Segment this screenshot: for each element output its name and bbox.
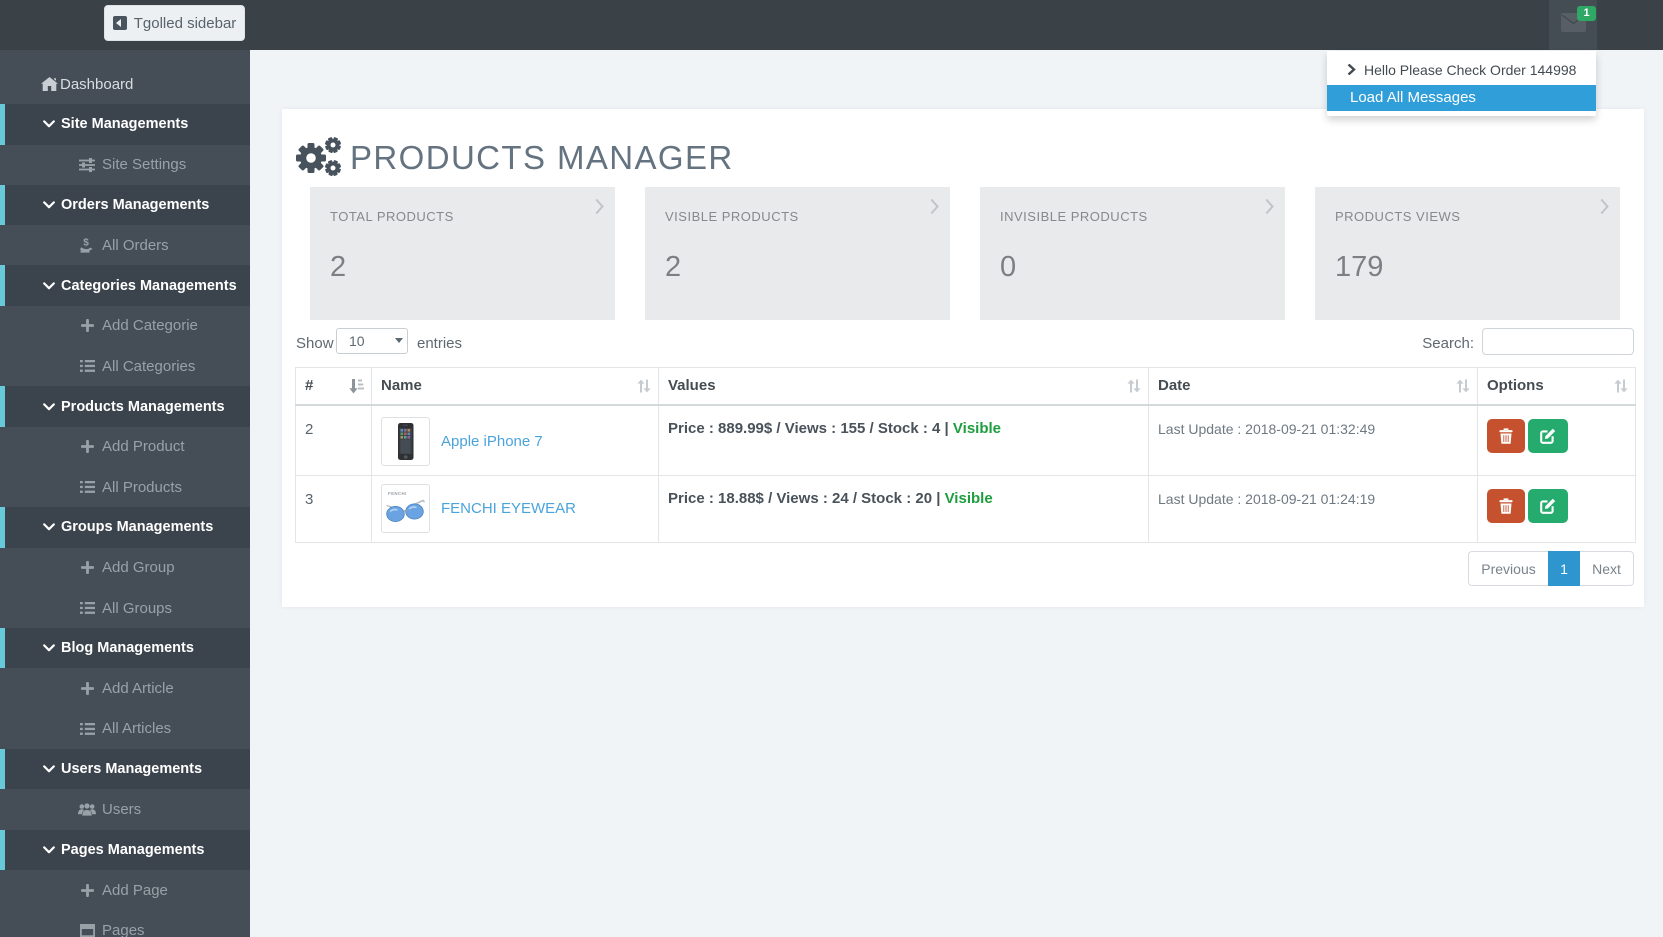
svg-text:$: $ [83,238,89,249]
svg-text:FENCHI: FENCHI [388,491,407,496]
